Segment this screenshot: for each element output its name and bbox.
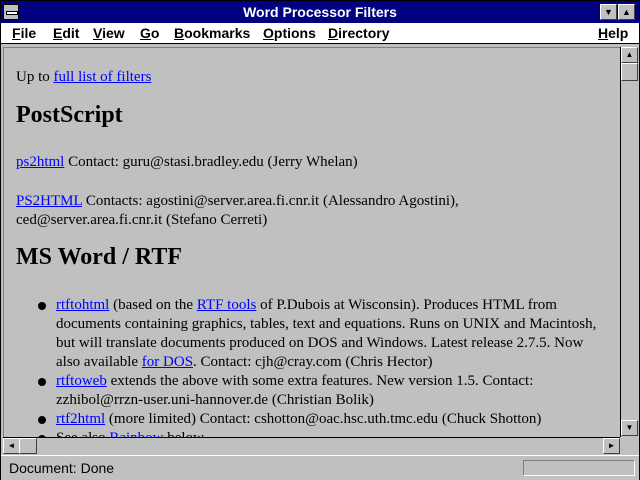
status-text: Document: Done: [9, 460, 115, 476]
ps2html-link[interactable]: ps2html: [16, 154, 64, 170]
full-list-link[interactable]: full list of filters: [54, 69, 152, 85]
list-item-text: extends the above with some extra featur…: [56, 373, 534, 408]
menu-view[interactable]: View: [93, 25, 125, 41]
list-item-text: (more limited) Contact: cshotton@oac.hsc…: [105, 411, 542, 427]
rtf2html-link[interactable]: rtf2html: [56, 411, 105, 427]
list-item: rtf2html (more limited) Contact: cshotto…: [16, 410, 606, 429]
progress-indicator: [523, 460, 635, 476]
menu-directory[interactable]: Directory: [328, 25, 389, 41]
status-bar: Document: Done: [1, 455, 639, 480]
horizontal-scroll-thumb[interactable]: [19, 438, 37, 454]
menu-edit[interactable]: Edit: [53, 25, 79, 41]
upto-paragraph: Up to full list of filters: [16, 68, 151, 87]
heading-msword: MS Word / RTF: [16, 244, 183, 270]
window-title: Word Processor Filters: [243, 4, 397, 20]
rtf-tools-link[interactable]: RTF tools: [197, 297, 257, 313]
scroll-up-button[interactable]: ▲: [621, 47, 638, 63]
PS2HTML-text: Contacts: agostini@server.area.fi.cnr.it…: [16, 193, 459, 228]
heading-postscript: PostScript: [16, 102, 123, 128]
list-item: rtftoweb extends the above with some ext…: [16, 372, 606, 410]
scroll-left-button[interactable]: ◄: [3, 438, 20, 454]
list-item-text: (based on the: [109, 297, 197, 313]
maximize-button[interactable]: ▲: [618, 4, 635, 20]
upto-prefix: Up to: [16, 69, 54, 85]
list-item-text: . Contact: cjh@cray.com (Chris Hector): [193, 354, 433, 370]
bullet-icon: [38, 416, 46, 424]
scrollbar-corner: [620, 437, 638, 454]
for-dos-link[interactable]: for DOS: [142, 354, 193, 370]
vertical-scrollbar[interactable]: ▲ ▼: [620, 47, 638, 437]
list-item: rtftohtml (based on the RTF tools of P.D…: [16, 296, 606, 372]
scroll-down-button[interactable]: ▼: [621, 420, 638, 436]
browser-window: Word Processor Filters ▼ ▲ File Edit Vie…: [0, 0, 640, 480]
bullet-icon: [38, 302, 46, 310]
rtftoweb-link[interactable]: rtftoweb: [56, 373, 107, 389]
scroll-right-button[interactable]: ►: [603, 438, 620, 454]
bullet-icon: [38, 378, 46, 386]
menu-bookmarks[interactable]: Bookmarks: [174, 25, 250, 41]
menu-help[interactable]: Help: [598, 25, 628, 41]
PS2HTML-paragraph: PS2HTML Contacts: agostini@server.area.f…: [16, 192, 606, 230]
rtftohtml-link[interactable]: rtftohtml: [56, 297, 109, 313]
PS2HTML-link[interactable]: PS2HTML: [16, 193, 82, 209]
ps2html-paragraph: ps2html Contact: guru@stasi.bradley.edu …: [16, 153, 358, 172]
ps2html-text: Contact: guru@stasi.bradley.edu (Jerry W…: [64, 154, 358, 170]
vertical-scroll-thumb[interactable]: [621, 63, 638, 81]
menu-bar: File Edit View Go Bookmarks Options Dire…: [1, 23, 639, 44]
document-view: Up to full list of filters PostScript ps…: [3, 47, 620, 438]
title-bar: Word Processor Filters ▼ ▲: [1, 1, 639, 23]
menu-options[interactable]: Options: [263, 25, 316, 41]
menu-go[interactable]: Go: [140, 25, 159, 41]
menu-file[interactable]: File: [12, 25, 36, 41]
filter-list: rtftohtml (based on the RTF tools of P.D…: [16, 296, 606, 438]
minimize-button[interactable]: ▼: [600, 4, 617, 20]
horizontal-scrollbar[interactable]: ◄ ►: [3, 437, 620, 454]
